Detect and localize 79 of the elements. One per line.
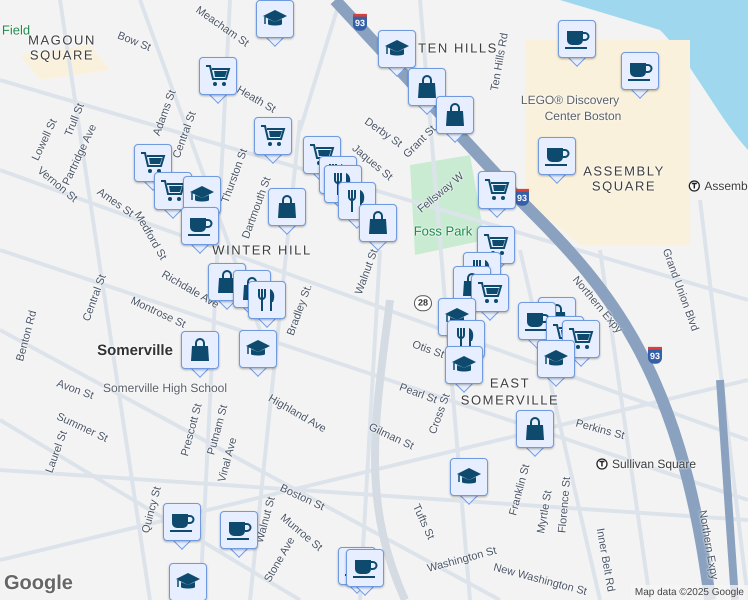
street-label: Bow St — [114, 28, 154, 56]
transit-station-icon — [596, 458, 608, 470]
transit-station-icon — [688, 180, 700, 192]
map-marker[interactable] — [254, 117, 292, 163]
place-label: Center Boston — [544, 108, 622, 125]
shopping-cart-icon — [483, 233, 509, 257]
map-marker[interactable] — [445, 346, 483, 392]
map-marker[interactable] — [359, 204, 397, 250]
map-marker[interactable] — [199, 57, 237, 103]
street-label: Perkins St — [574, 416, 626, 444]
street-label: Benton Rd — [13, 308, 40, 364]
place-label: Somerville High School — [102, 380, 228, 397]
place-label: WINTER HILL — [212, 241, 312, 260]
coffee-cup-icon — [627, 60, 653, 82]
map-marker[interactable] — [346, 549, 384, 595]
street-label: Inner Belt Rd — [592, 526, 618, 594]
map-marker[interactable] — [436, 96, 474, 142]
place-label: Foss Park — [414, 222, 472, 240]
place-label: LEGO® Discovery — [520, 92, 620, 109]
shopping-bag-icon — [276, 195, 298, 219]
shopping-bag-icon — [524, 417, 546, 441]
street-label: Walnut St — [352, 246, 382, 298]
map-marker[interactable] — [408, 68, 446, 114]
place-label: TEN HILLS — [418, 39, 498, 56]
coffee-cup-icon — [187, 215, 213, 237]
coffee-cup-icon — [524, 310, 550, 332]
map-marker[interactable] — [239, 330, 277, 376]
place-label: SOMERVILLE — [460, 391, 560, 410]
map-marker[interactable] — [181, 331, 219, 377]
shopping-cart-icon — [477, 281, 503, 305]
shopping-cart-icon — [205, 64, 231, 88]
street-label: Otis St — [410, 337, 446, 364]
shopping-bag-icon — [367, 211, 389, 235]
coffee-cup-icon — [352, 557, 378, 579]
map-marker[interactable] — [268, 188, 306, 234]
map-marker[interactable] — [256, 0, 294, 46]
street-label: Central St — [80, 272, 110, 324]
street-label: Florence St — [555, 476, 574, 534]
street-label: Grand Union Blvd — [658, 246, 702, 334]
place-label: Assemb — [704, 178, 748, 195]
place-label: Field — [2, 21, 30, 38]
shopping-cart-icon — [568, 327, 594, 351]
map-marker[interactable] — [248, 281, 286, 327]
map-marker[interactable] — [538, 137, 576, 183]
street-label: Prescott St — [178, 402, 206, 458]
shopping-bag-icon — [416, 75, 438, 99]
shopping-cart-icon — [260, 124, 286, 148]
street-label: Franklin St — [506, 462, 534, 518]
place-label: Somerville — [97, 340, 173, 361]
map-logo: Google — [4, 571, 73, 596]
map-marker[interactable] — [471, 274, 509, 320]
map-marker[interactable] — [478, 171, 516, 217]
shopping-cart-icon — [140, 151, 166, 175]
map-marker[interactable] — [163, 503, 201, 549]
shopping-bag-icon — [444, 103, 466, 127]
place-label: EAST — [490, 374, 530, 392]
shopping-cart-icon — [484, 178, 510, 202]
shopping-bag-icon — [189, 338, 211, 362]
street-label: Avon St — [54, 376, 96, 404]
shopping-cart-icon — [160, 179, 186, 203]
street-label: Myrtle St — [534, 489, 556, 535]
map-marker[interactable] — [516, 410, 554, 456]
coffee-cup-icon — [226, 519, 252, 541]
map-marker[interactable] — [378, 30, 416, 76]
street-label: Quincy St — [138, 484, 165, 536]
street-label: Northern Expy — [695, 508, 722, 582]
map-marker[interactable] — [169, 563, 207, 600]
map-marker[interactable] — [220, 511, 258, 557]
street-label: Pearl St — [396, 380, 440, 406]
map-marker[interactable] — [558, 20, 596, 66]
map-marker[interactable] — [621, 52, 659, 98]
coffee-cup-icon — [169, 511, 195, 533]
coffee-cup-icon — [564, 28, 590, 50]
map-marker[interactable] — [537, 340, 575, 386]
highway-shield: 93 — [648, 346, 662, 364]
highway-shield: 93 — [353, 14, 367, 30]
map-marker[interactable] — [450, 458, 488, 504]
street-label: Tufts St — [408, 502, 438, 542]
coffee-cup-icon — [544, 145, 570, 167]
